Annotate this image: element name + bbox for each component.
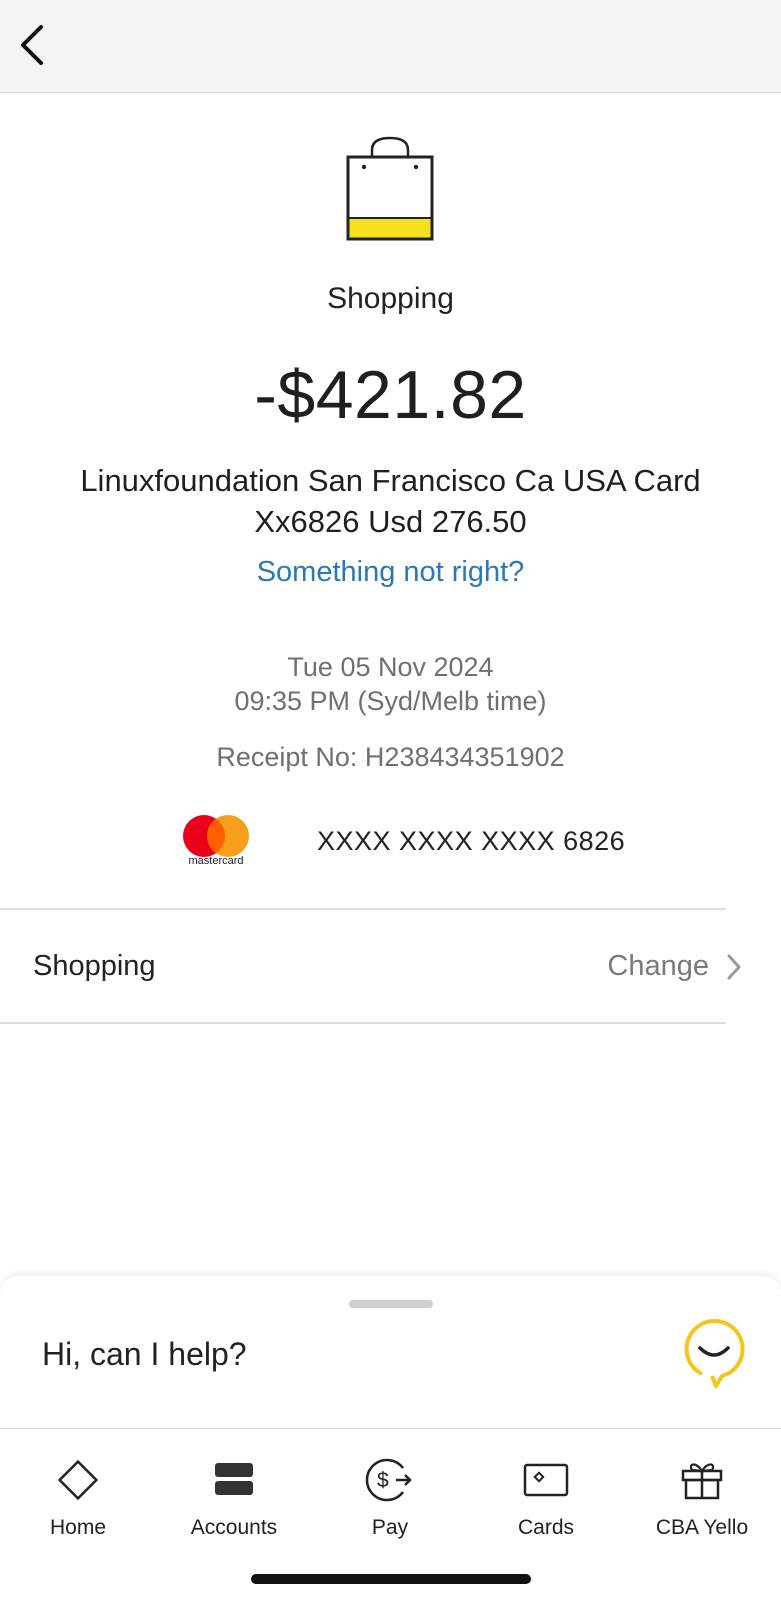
category-title: Shopping <box>327 282 454 315</box>
tab-home[interactable]: Home <box>0 1444 156 1554</box>
svg-text:$: $ <box>377 1469 389 1492</box>
tab-pay-label: Pay <box>371 1516 409 1539</box>
shopping-bag-icon <box>346 136 434 241</box>
pay-icon: $ <box>365 1458 412 1502</box>
tab-cards-label: Cards <box>517 1516 575 1539</box>
tab-home-label: Home <box>49 1516 107 1539</box>
change-category-button[interactable]: Change <box>607 950 709 983</box>
card-number: XXXX XXXX XXXX 6826 <box>317 826 626 856</box>
sheet-drag-handle[interactable] <box>349 1300 433 1308</box>
divider <box>0 1022 726 1024</box>
tab-cba-yello[interactable]: CBA Yello <box>624 1444 780 1554</box>
mastercard-wordmark: mastercard <box>188 855 244 867</box>
transaction-datetime: Tue 05 Nov 2024 09:35 PM (Syd/Melb time) <box>0 650 781 718</box>
chevron-left-icon <box>21 25 43 65</box>
assistant-smile-icon[interactable] <box>682 1318 746 1388</box>
help-prompt: Hi, can I help? <box>42 1336 247 1372</box>
tab-cba-yello-label: CBA Yello <box>655 1516 749 1539</box>
tab-accounts-label: Accounts <box>190 1516 278 1539</box>
top-bar <box>0 0 781 93</box>
chevron-right-icon <box>727 954 741 980</box>
something-not-right-link[interactable]: Something not right? <box>0 556 781 589</box>
category-row-label: Shopping <box>33 950 156 982</box>
back-button[interactable] <box>10 18 62 74</box>
transaction-description: Linuxfoundation San Francisco Ca USA Car… <box>80 463 701 539</box>
gift-icon <box>681 1463 723 1500</box>
tab-pay[interactable]: $ Pay <box>312 1444 468 1554</box>
category-row[interactable]: Shopping Change <box>0 910 781 1022</box>
card-icon <box>523 1463 569 1497</box>
home-diamond-icon <box>57 1459 99 1501</box>
transaction-time: 09:35 PM (Syd/Melb time) <box>234 686 547 716</box>
home-indicator[interactable] <box>251 1574 531 1584</box>
tab-accounts[interactable]: Accounts <box>156 1444 312 1554</box>
transaction-date: Tue 05 Nov 2024 <box>287 652 494 682</box>
transaction-amount: -$421.82 <box>254 357 527 433</box>
accounts-icon <box>215 1463 253 1495</box>
tab-cards[interactable]: Cards <box>468 1444 624 1554</box>
help-assistant-sheet[interactable]: Hi, can I help? <box>0 1276 781 1429</box>
receipt-number: Receipt No: H238434351902 <box>216 742 565 772</box>
